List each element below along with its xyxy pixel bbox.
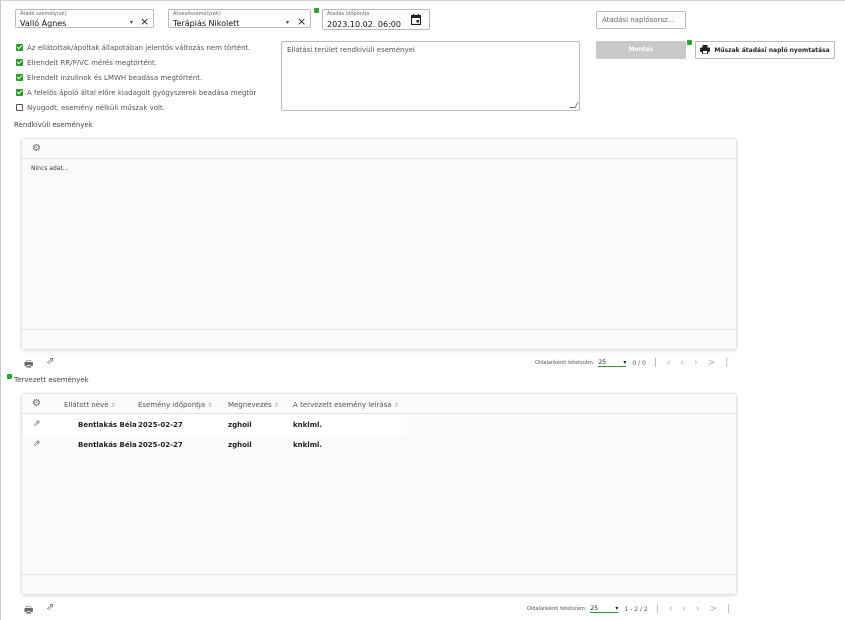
required-indicator — [687, 40, 692, 45]
pager-nav[interactable]: |‹‹›>| — [654, 358, 738, 368]
calendar-icon[interactable] — [410, 14, 422, 26]
chevron-down-icon: ▾ — [623, 359, 627, 366]
per-page-value: 25 — [590, 605, 599, 612]
export-icon[interactable]: ⇗ — [46, 602, 54, 613]
per-page-label: Oldalankénti tételszám: — [535, 360, 595, 366]
datetime-label: Átadás időpontja — [327, 11, 370, 17]
empty-state-text: Nincs adat... — [31, 165, 69, 172]
per-page-select[interactable]: 25 ▾ — [598, 359, 627, 367]
checklist-item[interactable]: Elrendelt inzulinok és LMWH beadása megt… — [16, 70, 276, 85]
checklist-item[interactable]: A felelős ápoló által előre kiadagolt gy… — [16, 85, 269, 100]
row-date: 2025-02-27 — [138, 421, 183, 429]
resize-handle[interactable] — [569, 102, 579, 108]
datetime-value: 2023.10.02. 06:00 — [327, 20, 401, 29]
pager-nav[interactable]: |‹‹›>| — [656, 604, 740, 614]
sort-icon: ⇕ — [110, 402, 116, 409]
grid-header: ⚙ — [22, 139, 736, 159]
export-icon[interactable]: ⇗ — [46, 356, 54, 367]
sort-icon: ⇕ — [273, 402, 279, 409]
open-row-icon[interactable]: ⇗ — [33, 439, 41, 449]
checkbox-checked[interactable] — [16, 74, 23, 81]
checkbox-checked[interactable] — [16, 59, 23, 66]
receiver-value: Terápiás Nikolett — [173, 19, 240, 28]
row-title: zghoil — [228, 441, 252, 449]
log-order-input[interactable]: Átadási naplósorsz... — [596, 11, 686, 29]
column-header-description[interactable]: A tervezett esemény leírása ⇕ — [293, 401, 399, 409]
grid-footer — [22, 329, 736, 349]
left-border — [0, 0, 1, 620]
required-indicator — [7, 374, 12, 379]
events-textarea[interactable]: Ellátási terület rendkívüli eseményei — [281, 41, 580, 111]
per-page-select[interactable]: 25 ▾ — [590, 605, 619, 613]
giver-value: Valló Ágnes — [20, 19, 67, 28]
checkbox-checked[interactable] — [16, 89, 23, 96]
checklist-label: Az ellátottak/ápoltak állapotában jelent… — [27, 43, 251, 52]
giver-select[interactable]: Átadó személy(ek) Valló Ágnes ▾ × — [15, 9, 154, 28]
per-page-value: 25 — [598, 359, 607, 366]
checklist-label: Nyugodt, esemény nélküli műszak volt. — [27, 103, 165, 112]
row-desc: knklml. — [293, 441, 323, 449]
row-name: Bentlakás Béla — [78, 441, 137, 449]
checkbox-unchecked[interactable] — [16, 104, 23, 111]
checklist: Az ellátottak/ápoltak állapotában jelent… — [16, 40, 276, 115]
log-order-placeholder: Átadási naplósorsz... — [602, 16, 675, 24]
print-icon[interactable]: 🖶 — [24, 357, 33, 374]
grid-header: ⚙ Ellátott neve ⇕ Esemény időpontja ⇕ Me… — [22, 394, 736, 414]
events-textarea-placeholder: Ellátási terület rendkívüli eseményei — [287, 46, 415, 54]
sort-icon: ⇕ — [207, 402, 213, 409]
required-indicator — [314, 8, 319, 13]
column-header-title[interactable]: Megnevezés ⇕ — [228, 401, 279, 409]
save-button[interactable]: Mentés — [596, 41, 686, 59]
clear-icon[interactable]: × — [297, 16, 306, 27]
print-button-label: Műszak átadási napló nyomtatása — [714, 46, 830, 54]
open-row-icon[interactable]: ⇗ — [33, 419, 41, 429]
chevron-down-icon[interactable]: ▾ — [130, 19, 133, 26]
planned-pager: Oldalankénti tételszám: 25 ▾ 1 - 2 / 2 |‹… — [527, 604, 740, 614]
checklist-label: Elrendelt RR/P/VC mérés megtörtént. — [27, 58, 158, 67]
chevron-down-icon: ▾ — [615, 605, 619, 612]
checklist-item[interactable]: Elrendelt RR/P/VC mérés megtörtént. — [16, 55, 276, 70]
handover-datetime-field[interactable]: Átadás időpontja 2023.10.02. 06:00 — [322, 9, 430, 30]
clear-icon[interactable]: × — [140, 16, 149, 27]
receiver-label: Átvevőszemély(ek) — [173, 11, 221, 17]
checkbox-checked[interactable] — [16, 44, 23, 51]
print-handover-log-button[interactable]: Műszak átadási napló nyomtatása — [695, 41, 835, 59]
sort-icon: ⇕ — [393, 402, 399, 409]
row-title: zghoil — [228, 421, 252, 429]
print-icon[interactable]: 🖶 — [24, 603, 33, 620]
extraordinary-pager: Oldalankénti tételszám: 25 ▾ 0 / 0 |‹‹›>| — [535, 358, 738, 368]
row-desc: knklml. — [293, 421, 323, 429]
checklist-label: Elrendelt inzulinok és LMWH beadása megt… — [27, 73, 203, 82]
checklist-item[interactable]: Nyugodt, esemény nélküli műszak volt. — [16, 100, 276, 115]
gear-icon[interactable]: ⚙ — [32, 143, 41, 154]
gear-icon[interactable]: ⚙ — [32, 398, 41, 409]
column-header-date[interactable]: Esemény időpontja ⇕ — [138, 401, 212, 409]
grid-footer — [22, 574, 736, 594]
giver-label: Átadó személy(ek) — [20, 11, 67, 17]
per-page-label: Oldalankénti tételszám: — [527, 606, 587, 612]
checklist-label: A felelős ápoló által előre kiadagolt gy… — [27, 88, 257, 97]
receiver-select[interactable]: Átvevőszemély(ek) Terápiás Nikolett ▾ × — [168, 9, 311, 28]
page-count: 0 / 0 — [632, 359, 646, 367]
save-button-label: Mentés — [628, 46, 654, 53]
page-count: 1 - 2 / 2 — [624, 605, 648, 613]
checklist-item[interactable]: Az ellátottak/ápoltak állapotában jelent… — [16, 40, 276, 55]
column-header-name[interactable]: Ellátott neve ⇕ — [64, 401, 116, 409]
printer-icon — [700, 44, 711, 56]
planned-events-grid: ⚙ Ellátott neve ⇕ Esemény időpontja ⇕ Me… — [21, 393, 737, 595]
row-date: 2025-02-27 — [138, 441, 183, 449]
planned-events-title: Tervezett események — [14, 376, 89, 384]
extraordinary-events-title: Rendkívüli események — [14, 121, 93, 129]
extraordinary-events-grid: ⚙ Nincs adat... — [21, 138, 737, 350]
chevron-down-icon[interactable]: ▾ — [286, 19, 289, 26]
row-name: Bentlakás Béla — [78, 421, 137, 429]
top-border — [0, 0, 845, 1]
